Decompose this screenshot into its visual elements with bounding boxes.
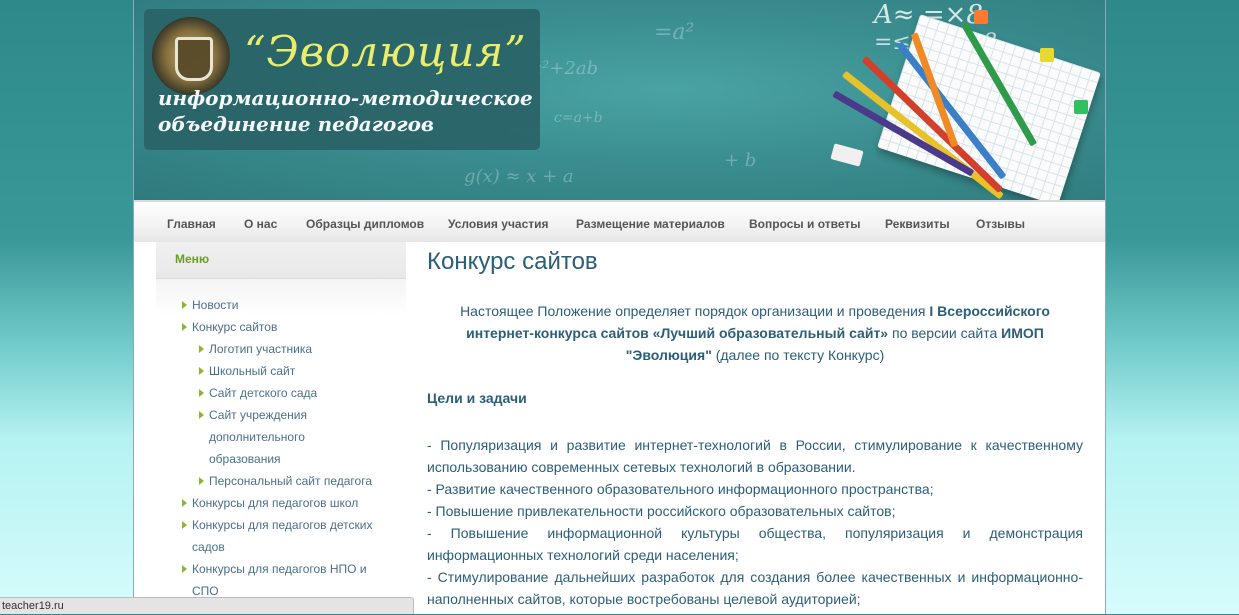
bullet-arrow-icon bbox=[199, 345, 204, 353]
goal-item: - Популяризация и развитие интернет-техн… bbox=[427, 437, 1083, 475]
bullet-arrow-icon bbox=[199, 477, 204, 485]
sidebar-item-school-site[interactable]: Школьный сайт bbox=[209, 360, 295, 382]
nav-reviews[interactable]: Отзывы bbox=[976, 217, 1025, 231]
intro-text: по версии сайта bbox=[888, 325, 1002, 341]
bullet-arrow-icon bbox=[199, 411, 204, 419]
bullet-arrow-icon bbox=[199, 367, 204, 375]
nav-requisites[interactable]: Реквизиты bbox=[885, 217, 950, 231]
sidebar-item-school-teachers-contests[interactable]: Конкурсы для педагогов школ bbox=[192, 492, 358, 514]
nav-faq[interactable]: Вопросы и ответы bbox=[749, 217, 860, 231]
intro-paragraph: Настоящее Положение определяет порядок о… bbox=[427, 300, 1083, 366]
logo-subtitle-line2: объединение педагогов bbox=[158, 112, 435, 136]
sidebar-item-site-contest[interactable]: Конкурс сайтов bbox=[192, 316, 277, 338]
nav-home[interactable]: Главная bbox=[167, 217, 216, 231]
bullet-arrow-icon bbox=[182, 499, 187, 507]
sidebar-item-line: Конкурсы для педагогов детских bbox=[192, 518, 373, 532]
bullet-arrow-icon bbox=[199, 389, 204, 397]
emblem-icon bbox=[152, 17, 230, 95]
goal-item: - Повышение привлекательности российског… bbox=[427, 503, 896, 519]
site-header: +b)² = a²+2ab =a² g(x) ≈ x + a + b c=a+b… bbox=[134, 0, 1105, 200]
logo-title: “Эволюция” bbox=[244, 27, 527, 76]
page-title: Конкурс сайтов bbox=[427, 248, 598, 275]
sidebar-item-news[interactable]: Новости bbox=[192, 294, 238, 316]
intro-text: Настоящее Положение определяет порядок о… bbox=[460, 303, 930, 319]
logo-subtitle: информационно-методическое объединение п… bbox=[158, 85, 533, 137]
logo-subtitle-line1: информационно-методическое bbox=[158, 86, 533, 110]
sidebar-heading-label: Меню bbox=[175, 252, 210, 266]
sidebar-item-additional-education-site[interactable]: Сайт учреждения дополнительного образова… bbox=[209, 404, 307, 470]
nav-about[interactable]: О нас bbox=[244, 217, 277, 231]
sidebar-item-line: образования bbox=[209, 452, 281, 466]
sidebar-item-line: дополнительного bbox=[209, 430, 305, 444]
browser-status-bar: teacher19.ru bbox=[0, 597, 414, 614]
stationery-illustration: A≈ =×8 =≤ =⅔ ÷8 bbox=[804, 0, 1105, 200]
bullet-arrow-icon bbox=[182, 323, 187, 331]
main-navigation: Главная О нас Образцы дипломов Условия у… bbox=[134, 200, 1105, 242]
sidebar-menu: Меню Новости Конкурс сайтов Логотип учас… bbox=[156, 242, 406, 614]
sidebar-item-line: Конкурсы для педагогов НПО и bbox=[192, 562, 367, 576]
sidebar-item-line: садов bbox=[192, 540, 225, 554]
goals-list: - Популяризация и развитие интернет-техн… bbox=[427, 434, 1083, 610]
sidebar-item-kindergarten-teachers-contests[interactable]: Конкурсы для педагогов детских садов bbox=[192, 514, 372, 558]
nav-material-placement[interactable]: Размещение материалов bbox=[576, 217, 725, 231]
goal-item: - Повышение информационной культуры обще… bbox=[427, 525, 1083, 563]
goals-heading: Цели и задачи bbox=[427, 390, 527, 406]
nav-diploma-samples[interactable]: Образцы дипломов bbox=[306, 217, 424, 231]
bullet-arrow-icon bbox=[182, 301, 187, 309]
sidebar-item-line: Сайт учреждения bbox=[209, 408, 308, 422]
bullet-arrow-icon bbox=[182, 521, 187, 529]
sidebar-item-teacher-site[interactable]: Персональный сайт педагога bbox=[209, 470, 372, 492]
sidebar-heading: Меню bbox=[156, 242, 406, 279]
intro-text: (далее по тексту Конкурс) bbox=[711, 347, 885, 363]
sidebar-item-participant-logo[interactable]: Логотип участника bbox=[209, 338, 312, 360]
nav-participation-terms[interactable]: Условия участия bbox=[448, 217, 549, 231]
sidebar-item-kindergarten-site[interactable]: Сайт детского сада bbox=[209, 382, 317, 404]
goal-item: - Развитие качественного образовательног… bbox=[427, 481, 934, 497]
sidebar-item-npo-spo-contests[interactable]: Конкурсы для педагогов НПО и СПО bbox=[192, 558, 367, 602]
goal-item: - Стимулирование дальнейших разработок д… bbox=[427, 569, 1083, 607]
page: +b)² = a²+2ab =a² g(x) ≈ x + a + b c=a+b… bbox=[133, 0, 1106, 614]
bullet-arrow-icon bbox=[182, 565, 187, 573]
logo[interactable]: “Эволюция” информационно-методическое об… bbox=[144, 9, 540, 150]
